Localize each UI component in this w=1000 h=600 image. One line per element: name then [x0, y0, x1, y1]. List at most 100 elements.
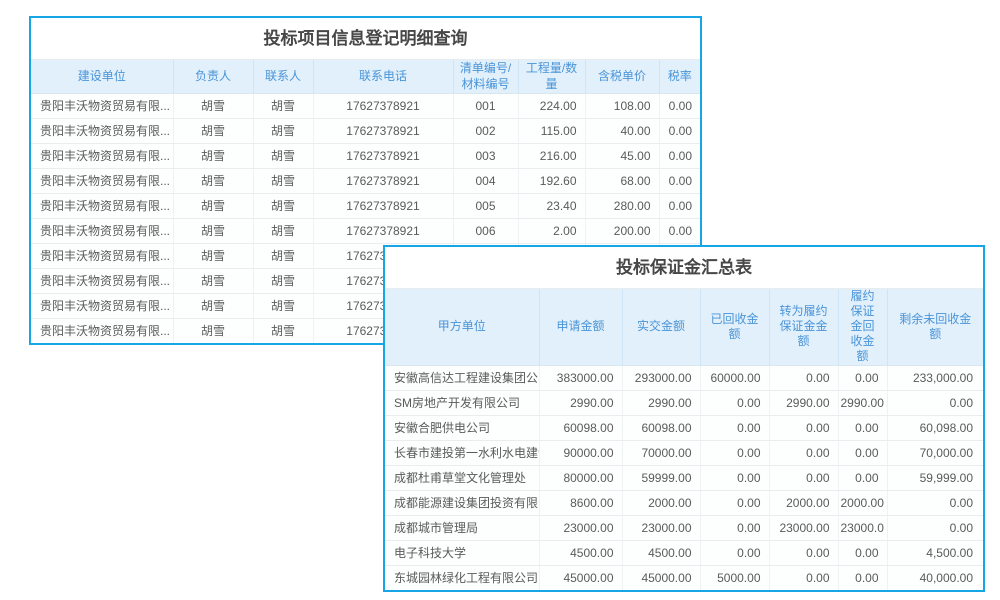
front-table-cell: 8600.00: [539, 490, 622, 515]
back-table-column-header: 联系人: [253, 60, 313, 93]
back-table-cell: 68.00: [585, 168, 659, 193]
front-table-cell: 0.00: [700, 440, 769, 465]
front-table-cell: 59999.00: [622, 465, 700, 490]
front-table-cell: 0.00: [887, 515, 983, 540]
front-table-row: 安徽高信达工程建设集团公司383000.00293000.0060000.000…: [385, 365, 983, 390]
front-table-row: 东城园林绿化工程有限公司45000.0045000.005000.000.000…: [385, 565, 983, 590]
front-table-row: 电子科技大学4500.004500.000.000.000.004,500.00: [385, 540, 983, 565]
front-table-cell: 0.00: [769, 440, 838, 465]
back-table-row: 贵阳丰沃物资贸易有限...胡雪胡雪17627378921001224.00108…: [31, 93, 700, 118]
front-table-column-header: 申请金额: [539, 289, 622, 365]
back-table-cell: 胡雪: [173, 293, 253, 318]
back-table-cell: 192.60: [518, 168, 585, 193]
front-table-column-header: 甲方单位: [385, 289, 539, 365]
back-table-cell: 胡雪: [253, 93, 313, 118]
back-table-row: 贵阳丰沃物资贸易有限...胡雪胡雪17627378921003216.0045.…: [31, 143, 700, 168]
front-table-cell: 0.00: [838, 465, 887, 490]
back-table-cell: 108.00: [585, 93, 659, 118]
front-table-cell: 0.00: [769, 415, 838, 440]
back-table-column-header: 税率: [659, 60, 700, 93]
front-table-cell: 70000.00: [622, 440, 700, 465]
back-table-cell: 23.40: [518, 193, 585, 218]
back-table-cell: 17627378921: [313, 218, 453, 243]
front-table-row: 长春市建投第一水利水电建设90000.0070000.000.000.000.0…: [385, 440, 983, 465]
front-table-row: 成都杜甫草堂文化管理处80000.0059999.000.000.000.005…: [385, 465, 983, 490]
back-table-cell: 胡雪: [173, 168, 253, 193]
front-table-cell: 90000.00: [539, 440, 622, 465]
back-table-column-header: 清单编号/材料编号: [453, 60, 518, 93]
front-table-cell: 4500.00: [622, 540, 700, 565]
front-table-column-header: 实交金额: [622, 289, 700, 365]
bid-deposit-summary-table: 甲方单位申请金额实交金额已回收金额转为履约保证金金额履约保证金回收金额剩余未回收…: [385, 289, 983, 590]
back-table-cell: 003: [453, 143, 518, 168]
back-table-cell: 胡雪: [173, 243, 253, 268]
back-table-column-header: 建设单位: [31, 60, 173, 93]
front-table-row: 成都能源建设集团投资有限公8600.002000.000.002000.0020…: [385, 490, 983, 515]
back-table-cell: 006: [453, 218, 518, 243]
back-table-cell: 胡雪: [173, 218, 253, 243]
front-table-cell: 2990.00: [622, 390, 700, 415]
front-table-column-header: 剩余未回收金额: [887, 289, 983, 365]
front-table-cell: 0.00: [769, 365, 838, 390]
front-table-cell: 70,000.00: [887, 440, 983, 465]
front-table-cell: 0.00: [769, 540, 838, 565]
back-table-cell: 胡雪: [253, 143, 313, 168]
front-table-cell: 4,500.00: [887, 540, 983, 565]
front-table-cell: 2990.00: [539, 390, 622, 415]
front-table-cell: 45000.00: [539, 565, 622, 590]
front-table-cell[interactable]: 成都能源建设集团投资有限公: [385, 490, 539, 515]
back-table-cell: 胡雪: [253, 218, 313, 243]
back-table-cell: 贵阳丰沃物资贸易有限...: [31, 143, 173, 168]
front-table-cell[interactable]: 东城园林绿化工程有限公司: [385, 565, 539, 590]
front-table-cell[interactable]: 长春市建投第一水利水电建设: [385, 440, 539, 465]
back-table-cell: 贵阳丰沃物资贸易有限...: [31, 193, 173, 218]
front-table-cell[interactable]: 成都城市管理局: [385, 515, 539, 540]
back-table-cell: 005: [453, 193, 518, 218]
back-table-column-header: 负责人: [173, 60, 253, 93]
front-table-cell[interactable]: 安徽合肥供电公司: [385, 415, 539, 440]
front-table-cell: 60098.00: [539, 415, 622, 440]
back-table-cell: 胡雪: [253, 293, 313, 318]
front-table-cell: 45000.00: [622, 565, 700, 590]
back-table-column-header: 含税单价: [585, 60, 659, 93]
back-table-row: 贵阳丰沃物资贸易有限...胡雪胡雪1762737892100523.40280.…: [31, 193, 700, 218]
back-table-cell: 胡雪: [253, 168, 313, 193]
back-table-cell: 40.00: [585, 118, 659, 143]
back-table-cell: 17627378921: [313, 193, 453, 218]
back-table-cell: 17627378921: [313, 118, 453, 143]
front-table-cell: 2990.00: [838, 390, 887, 415]
back-table-cell: 胡雪: [173, 268, 253, 293]
back-table-cell: 胡雪: [173, 193, 253, 218]
front-table-cell: 0.00: [838, 565, 887, 590]
back-table-cell: 2.00: [518, 218, 585, 243]
back-table-row: 贵阳丰沃物资贸易有限...胡雪胡雪17627378921004192.6068.…: [31, 168, 700, 193]
front-table-cell: 40,000.00: [887, 565, 983, 590]
front-table-cell: 0.00: [838, 415, 887, 440]
back-table-cell: 胡雪: [253, 268, 313, 293]
back-table-cell: 贵阳丰沃物资贸易有限...: [31, 268, 173, 293]
back-table-cell: 贵阳丰沃物资贸易有限...: [31, 318, 173, 343]
back-table-row: 贵阳丰沃物资贸易有限...胡雪胡雪17627378921002115.0040.…: [31, 118, 700, 143]
front-table-cell[interactable]: 电子科技大学: [385, 540, 539, 565]
back-table-cell: 胡雪: [253, 118, 313, 143]
front-table-cell: 0.00: [700, 465, 769, 490]
front-table-cell[interactable]: 安徽高信达工程建设集团公司: [385, 365, 539, 390]
back-table-cell: 0.00: [659, 143, 700, 168]
back-table-cell: 贵阳丰沃物资贸易有限...: [31, 218, 173, 243]
back-table-cell: 胡雪: [173, 93, 253, 118]
front-table-cell[interactable]: SM房地产开发有限公司: [385, 390, 539, 415]
front-table-cell: 4500.00: [539, 540, 622, 565]
back-table-cell: 004: [453, 168, 518, 193]
front-table-cell: 0.00: [700, 390, 769, 415]
back-table-cell: 224.00: [518, 93, 585, 118]
front-table-cell: 0.00: [838, 365, 887, 390]
front-table-header-row: 甲方单位申请金额实交金额已回收金额转为履约保证金金额履约保证金回收金额剩余未回收…: [385, 289, 983, 365]
front-table-cell: 23000.00: [769, 515, 838, 540]
front-table-row: 安徽合肥供电公司60098.0060098.000.000.000.0060,0…: [385, 415, 983, 440]
front-table-cell: 0.00: [700, 490, 769, 515]
back-table-title: 投标项目信息登记明细查询: [31, 18, 700, 60]
front-table-cell[interactable]: 成都杜甫草堂文化管理处: [385, 465, 539, 490]
back-table-cell: 002: [453, 118, 518, 143]
back-table-cell: 胡雪: [253, 318, 313, 343]
back-table-cell: 115.00: [518, 118, 585, 143]
